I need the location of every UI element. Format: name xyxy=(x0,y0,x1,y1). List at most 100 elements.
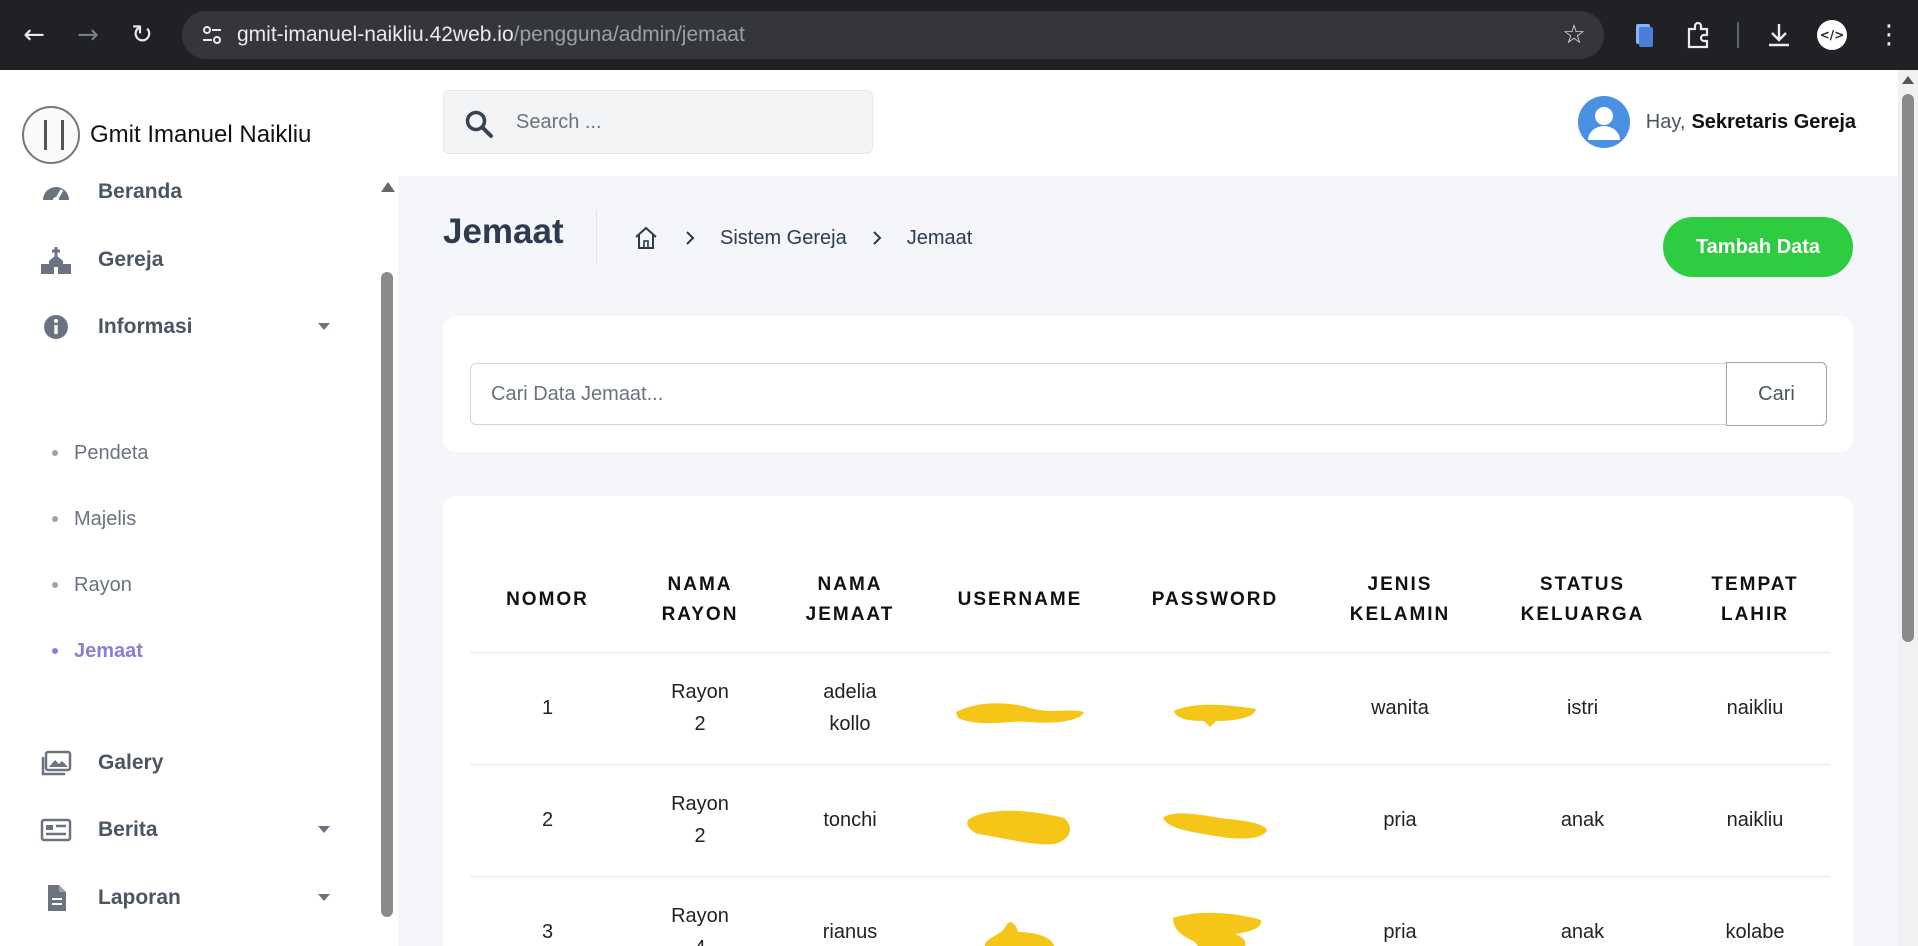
add-data-button[interactable]: Tambah Data xyxy=(1663,217,1853,277)
cell-password xyxy=(1115,764,1315,877)
site-settings-icon[interactable] xyxy=(200,23,224,47)
sidebar-sub-majelis[interactable]: Majelis xyxy=(52,504,136,534)
breadcrumb-item-jemaat: Jemaat xyxy=(906,226,973,249)
chevron-right-icon xyxy=(686,231,695,245)
cell-nama: rianus xyxy=(775,876,925,946)
gallery-images-icon xyxy=(41,750,72,776)
chevron-down-icon xyxy=(318,826,330,833)
cell-nama-text: adelia kollo xyxy=(823,681,877,735)
sidebar-sub-label: Jemaat xyxy=(74,639,143,662)
redacted-password: 12 xyxy=(1173,912,1262,946)
menu-kebab-icon[interactable]: ⋮ xyxy=(1876,17,1902,53)
sidebar-sub-label: Majelis xyxy=(74,507,137,530)
sidebar-item-berita[interactable]: Berita xyxy=(40,810,340,850)
page-scrollbar[interactable] xyxy=(1898,70,1918,946)
filter-card: Cari xyxy=(443,316,1853,452)
scrollbar-thumb[interactable] xyxy=(1902,94,1914,642)
chevron-down-icon xyxy=(318,894,330,901)
sidebar-sub-rayon[interactable]: Rayon xyxy=(52,570,132,600)
redaction-mark xyxy=(956,703,1084,724)
url-path: /pengguna/admin/jemaat xyxy=(513,23,745,46)
scroll-up-arrow[interactable] xyxy=(1902,76,1914,84)
extension-doc-icon[interactable] xyxy=(1626,17,1662,53)
cell-rayon: Rayon 2 xyxy=(625,652,775,765)
filter-input[interactable] xyxy=(470,363,1728,425)
url-text[interactable]: gmit-imanuel-naikliu.42web.io/pengguna/a… xyxy=(237,11,745,59)
cell-nomor: 1 xyxy=(470,652,625,765)
sidebar-item-label: Berita xyxy=(98,818,158,841)
sidebar-item-label: Beranda xyxy=(98,180,183,203)
sidebar-item-gereja[interactable]: Gereja xyxy=(40,240,340,280)
sidebar-item-informasi[interactable]: Informasi xyxy=(40,307,340,347)
title-divider xyxy=(596,210,597,264)
cell-rayon-text: Rayon 2 xyxy=(671,793,729,847)
sidebar-sub-label: Rayon xyxy=(74,573,132,596)
home-icon[interactable] xyxy=(632,224,660,252)
col-jenis-kelamin: JENIS KELAMIN xyxy=(1315,548,1485,653)
redaction-mark xyxy=(1174,704,1256,727)
cell-password xyxy=(1115,652,1315,765)
sidebar-sub-pendeta[interactable]: Pendeta xyxy=(52,438,149,468)
info-circle-icon xyxy=(44,315,68,339)
top-bar: Hay, Sekretaris Gereja xyxy=(398,70,1898,176)
cell-tempat: kolabe xyxy=(1680,876,1830,946)
sidebar-item-label: Laporan xyxy=(98,886,181,909)
cell-rayon-text: Rayon 4 xyxy=(671,905,729,946)
download-icon[interactable] xyxy=(1761,17,1797,53)
global-search[interactable] xyxy=(443,90,873,154)
col-status-keluarga-label: STATUS KELUARGA xyxy=(1520,573,1645,625)
scroll-up-arrow[interactable] xyxy=(381,182,395,192)
reload-icon[interactable]: ↻ xyxy=(124,17,160,53)
table-card: NOMOR NAMA RAYON NAMA JEMAAT USERNAME PA… xyxy=(443,496,1853,946)
redaction-mark xyxy=(1163,813,1267,839)
cell-rayon-text: Rayon 2 xyxy=(671,681,729,735)
sidebar-scrollbar[interactable] xyxy=(378,180,396,940)
cell-username xyxy=(925,876,1115,946)
bullet xyxy=(52,648,58,654)
toolbar-separator xyxy=(1737,22,1739,48)
bullet xyxy=(52,582,58,588)
cell-jenis-kelamin: wanita xyxy=(1315,652,1485,765)
scrollbar-thumb[interactable] xyxy=(381,272,393,917)
sidebar-item-galery[interactable]: Galery xyxy=(40,743,340,783)
breadcrumb: Sistem Gereja Jemaat xyxy=(632,222,972,254)
cell-username xyxy=(925,652,1115,765)
sidebar-sub-jemaat[interactable]: Jemaat xyxy=(52,636,143,666)
search-icon xyxy=(465,110,493,138)
filter-search-button[interactable]: Cari xyxy=(1726,362,1827,426)
forward-icon[interactable]: → xyxy=(70,17,106,53)
col-jenis-kelamin-label: JENIS KELAMIN xyxy=(1349,573,1451,625)
greeting: Hay, xyxy=(1645,110,1686,133)
sidebar: Gmit Imanuel Naikliu Beranda Gereja Info… xyxy=(0,70,398,946)
news-icon xyxy=(40,818,72,842)
table-row: 3 Rayon 4 rianus 12 pria anak kolabe xyxy=(470,876,1830,946)
sidebar-item-label: Informasi xyxy=(98,315,193,338)
col-username: USERNAME xyxy=(925,548,1115,653)
cell-nama-text: tonchi xyxy=(823,809,877,831)
sidebar-item-label: Galery xyxy=(98,751,164,774)
redaction-mark xyxy=(985,922,1054,946)
bullet xyxy=(52,516,58,522)
sidebar-item-beranda[interactable]: Beranda xyxy=(40,172,340,212)
search-input[interactable] xyxy=(516,91,856,153)
file-report-icon xyxy=(48,885,66,911)
sidebar-item-laporan[interactable]: Laporan xyxy=(40,878,340,918)
extensions-puzzle-icon[interactable] xyxy=(1680,17,1716,53)
cell-password: 12 xyxy=(1115,876,1315,946)
cell-rayon: Rayon 2 xyxy=(625,764,775,877)
address-bar[interactable]: gmit-imanuel-naikliu.42web.io/pengguna/a… xyxy=(182,11,1604,59)
user-menu[interactable]: Hay, Sekretaris Gereja xyxy=(1577,96,1856,148)
cell-tempat: naikliu xyxy=(1680,652,1830,765)
table-row: 1 Rayon 2 adelia kollo wanita istri naik… xyxy=(470,652,1830,765)
church-icon xyxy=(41,247,71,274)
col-nama-rayon: NAMA RAYON xyxy=(625,548,775,653)
profile-icon[interactable]: </> xyxy=(1817,20,1847,50)
brand[interactable]: Gmit Imanuel Naikliu xyxy=(22,100,311,170)
col-tempat-lahir-label: TEMPAT LAHIR xyxy=(1711,573,1799,625)
redaction-mark xyxy=(1173,912,1262,946)
bookmark-star-icon[interactable]: ☆ xyxy=(1560,21,1588,49)
cell-nomor: 2 xyxy=(470,764,625,877)
breadcrumb-item-sistem-gereja[interactable]: Sistem Gereja xyxy=(720,227,847,250)
back-icon[interactable]: ← xyxy=(16,17,52,53)
jemaat-table: NOMOR NAMA RAYON NAMA JEMAAT USERNAME PA… xyxy=(470,548,1830,946)
